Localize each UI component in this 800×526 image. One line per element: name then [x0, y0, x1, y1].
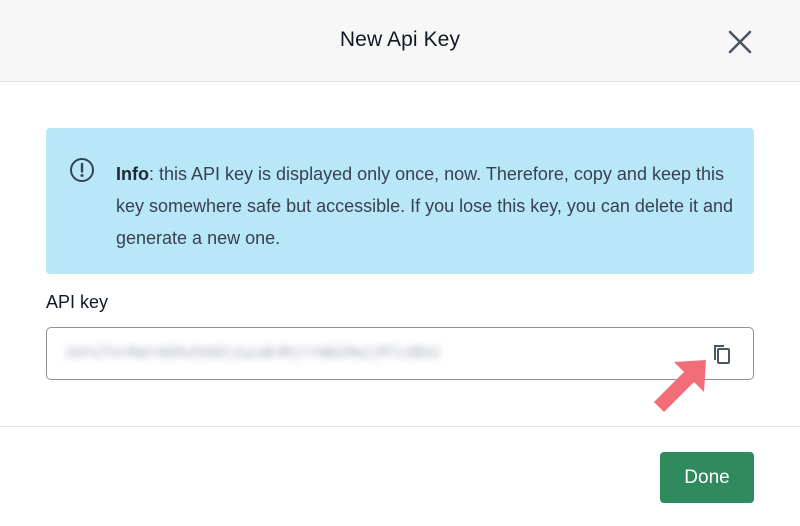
dialog-title: New Api Key	[339, 28, 461, 51]
pointer-arrow-icon	[646, 356, 710, 420]
done-button[interactable]: Done	[660, 452, 754, 503]
api-key-label: API key	[46, 292, 109, 312]
info-body: : this API key is displayed only once, n…	[116, 164, 734, 248]
exclamation-circle-icon	[68, 156, 96, 184]
footer-divider	[0, 426, 800, 427]
info-label: Info	[116, 164, 149, 184]
dialog-header: New Api Key	[0, 0, 800, 82]
info-alert: Info: this API key is displayed only onc…	[46, 128, 754, 274]
info-message: Info: this API key is displayed only onc…	[116, 158, 736, 254]
new-api-key-dialog: New Api Key Info: this API key is displa…	[0, 0, 800, 526]
close-icon[interactable]	[722, 24, 758, 60]
api-key-value[interactable]: ZmFkZTdlMmEtNGMxOS00ZjUyLWE4MjYtOWQ2MmZj…	[65, 344, 555, 364]
